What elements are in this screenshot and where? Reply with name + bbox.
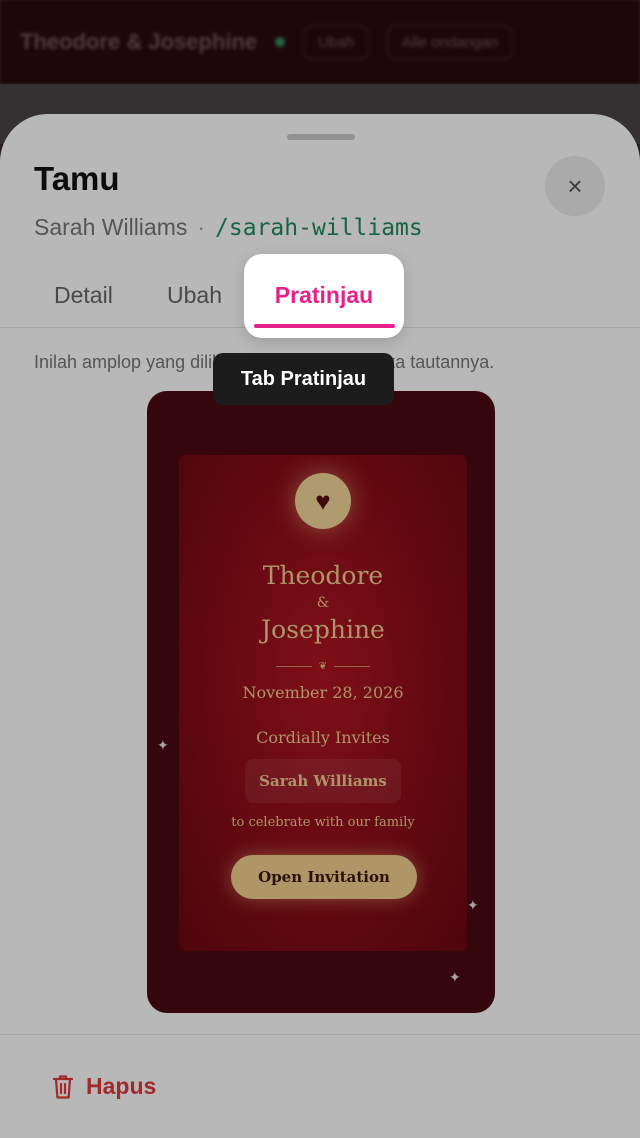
background-app-title: Theodore & Josephine <box>20 29 258 54</box>
ampersand: & <box>316 595 330 611</box>
guest-slug[interactable]: /sarah-williams <box>215 215 423 241</box>
sheet-footer: Hapus <box>0 1034 640 1138</box>
delete-button[interactable]: Hapus <box>52 1073 156 1100</box>
event-date: November 28, 2026 <box>242 683 404 702</box>
guest-name: Sarah Williams <box>34 214 188 240</box>
status-dot <box>275 37 286 47</box>
ornament-divider: ❦ <box>276 660 370 672</box>
heart-glyph: ♥ <box>315 485 331 516</box>
sparkle-icon: ✦ <box>157 737 169 753</box>
ornament-icon: ❦ <box>318 660 328 672</box>
background-guests-button: Alle ondangan <box>387 24 513 60</box>
sparkle-icon: ✦ <box>467 897 479 913</box>
close-icon: × <box>567 170 583 201</box>
sparkle-icon: ✦ <box>449 969 461 985</box>
trash-icon <box>52 1074 74 1099</box>
background-edit-button: Ubah <box>303 24 370 60</box>
highlighted-tab-pratinjau[interactable]: Pratinjau <box>244 254 404 338</box>
open-invitation-button[interactable]: Open Invitation <box>231 855 417 899</box>
sheet-drag-handle[interactable] <box>287 134 355 140</box>
tab-detail[interactable]: Detail <box>54 282 113 309</box>
invitation-preview: ♥ Theodore & Josephine ❦ November 28, 20… <box>147 391 495 1013</box>
tooltip: Tab Pratinjau <box>213 353 394 405</box>
celebrate-text: to celebrate with our family <box>231 815 415 830</box>
background-app-bar: Theodore & Josephine Ubah Alle ondangan <box>0 0 640 84</box>
heart-icon: ♥ <box>295 473 351 529</box>
guest-subtitle: Sarah Williams · /sarah-williams <box>34 214 423 241</box>
tab-ubah[interactable]: Ubah <box>167 282 222 309</box>
couple-name-2: Josephine <box>261 615 385 644</box>
couple-name-1: Theodore <box>262 561 384 590</box>
highlighted-tab-label: Pratinjau <box>274 282 374 308</box>
invites-text: Cordially Invites <box>256 728 390 747</box>
highlighted-tab-indicator <box>254 324 395 328</box>
delete-label: Hapus <box>86 1073 157 1099</box>
separator: · <box>197 214 206 240</box>
sheet-title: Tamu <box>34 160 120 197</box>
invitation-card: ♥ Theodore & Josephine ❦ November 28, 20… <box>179 455 467 951</box>
guest-name-box: Sarah Williams <box>245 759 401 803</box>
close-button[interactable]: × <box>545 156 605 216</box>
